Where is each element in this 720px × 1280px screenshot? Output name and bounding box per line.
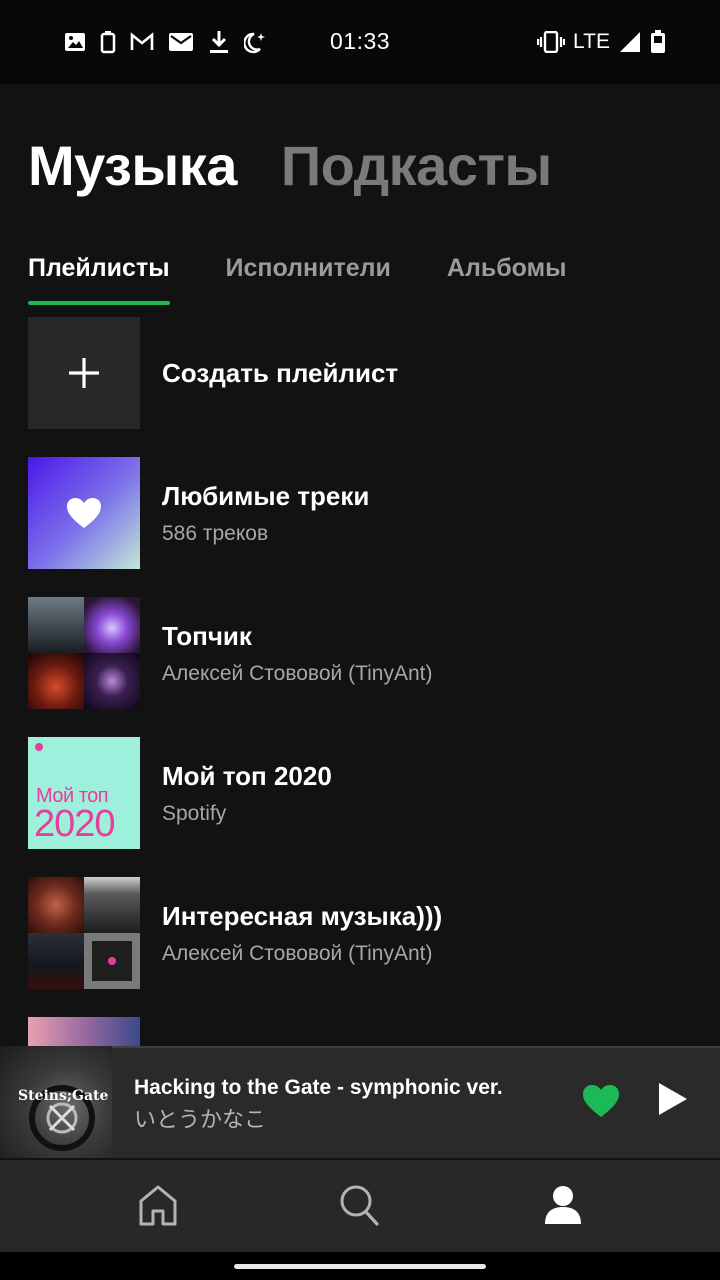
album-art — [28, 877, 84, 933]
image-icon — [65, 33, 85, 51]
list-item[interactable]: Любимые треки 586 треков — [28, 457, 708, 569]
status-bar: 01:33 LTE — [0, 0, 720, 84]
tab-podcasts[interactable]: Подкасты — [281, 138, 552, 194]
network-type: LTE — [573, 30, 610, 53]
playlist-cover-mosaic — [28, 877, 140, 989]
search-icon — [340, 1185, 379, 1226]
create-playlist-item[interactable]: Создать плейлист — [28, 317, 708, 429]
tab-playlists[interactable]: Плейлисты — [28, 254, 170, 305]
notification-icons — [64, 30, 268, 54]
album-art — [28, 933, 84, 989]
tab-artists-label: Исполнители — [225, 254, 391, 282]
track-title: Hacking to the Gate - symphonic ver. — [134, 1076, 503, 1099]
album-art — [28, 653, 84, 709]
playlist-cover-mosaic — [28, 597, 140, 709]
night-mode-icon — [244, 32, 265, 54]
like-button[interactable] — [582, 1084, 620, 1123]
active-tab-indicator — [28, 301, 170, 305]
nav-home[interactable] — [138, 1184, 178, 1231]
signal-icon — [620, 32, 640, 52]
status-time: 01:33 — [330, 28, 391, 54]
plus-icon — [69, 358, 99, 388]
album-art — [84, 933, 140, 989]
tab-albums[interactable]: Альбомы — [447, 254, 567, 303]
track-artist: いとうかなこ — [134, 1107, 267, 1132]
playlist-subtitle: Алексей Стововой (TinyAnt) — [162, 942, 433, 965]
now-playing-bar[interactable]: Steins;Gate Hacking to the Gate - sympho… — [0, 1046, 720, 1158]
play-icon — [659, 1083, 687, 1115]
album-art — [84, 653, 140, 709]
vibrate-icon — [537, 31, 566, 53]
battery-icon — [651, 30, 665, 53]
library-header-tabs: Музыка Подкасты — [28, 138, 552, 194]
playlist-title: Создать плейлист — [162, 358, 399, 388]
list-item[interactable]: Топчик Алексей Стововой (TinyAnt) — [28, 597, 708, 709]
list-item[interactable] — [28, 1017, 708, 1047]
system-icons: LTE — [537, 30, 666, 54]
liked-songs-cover — [28, 457, 140, 569]
nav-search[interactable] — [339, 1184, 379, 1231]
playlist-title: Интересная музыка))) — [162, 901, 443, 931]
album-art — [28, 1017, 140, 1047]
tab-playlists-label: Плейлисты — [28, 254, 170, 282]
list-item[interactable]: Интересная музыка))) Алексей Стововой (T… — [28, 877, 708, 989]
profile-icon — [545, 1186, 581, 1224]
bottom-navigation — [0, 1160, 720, 1252]
heart-filled-icon — [583, 1085, 619, 1117]
tab-albums-label: Альбомы — [446, 254, 567, 282]
home-icon — [139, 1185, 177, 1226]
album-art — [84, 877, 140, 933]
battery-saver-icon — [100, 31, 116, 54]
tab-music[interactable]: Музыка — [28, 138, 237, 194]
playlist-subtitle: Spotify — [162, 802, 227, 825]
now-playing-cover: Steins;Gate — [0, 1046, 112, 1158]
play-button[interactable] — [656, 1082, 688, 1121]
playlist-subtitle: Алексей Стововой (TinyAnt) — [162, 662, 433, 685]
cover-text-line2: 2020 — [34, 803, 116, 845]
playlist-title: Топчик — [162, 621, 252, 651]
gmail-icon — [130, 32, 154, 50]
download-icon — [210, 31, 228, 53]
mail-icon — [169, 33, 193, 51]
heart-icon — [67, 498, 101, 528]
spotify-logo-icon — [35, 743, 43, 751]
album-art — [84, 597, 140, 653]
list-item[interactable]: Мой топ 2020 Мой топ 2020 Spotify — [28, 737, 708, 849]
tab-artists[interactable]: Исполнители — [226, 254, 391, 303]
my-top-2020-cover: Мой топ 2020 — [28, 737, 140, 849]
create-playlist-thumb — [28, 317, 140, 429]
cover-text: Steins;Gate — [18, 1088, 109, 1104]
playlist-subtitle: 586 треков — [162, 522, 269, 545]
album-art — [28, 597, 84, 653]
playlist-title: Мой топ 2020 — [162, 761, 332, 791]
nav-library[interactable] — [543, 1184, 583, 1231]
home-indicator[interactable] — [234, 1264, 486, 1269]
library-filter-tabs: Плейлисты Исполнители Альбомы — [28, 254, 567, 305]
playlist-title: Любимые треки — [162, 481, 370, 511]
